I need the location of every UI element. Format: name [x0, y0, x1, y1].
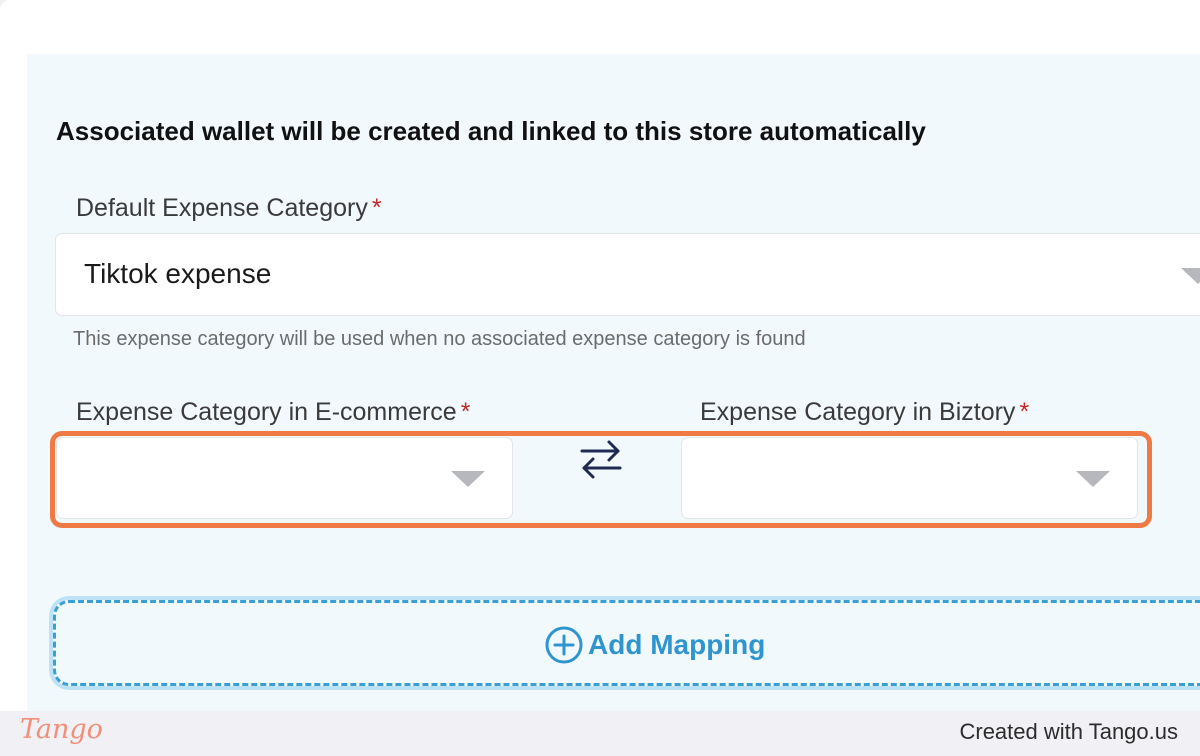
default-category-select[interactable]: Tiktok expense	[55, 233, 1200, 316]
default-category-hint: This expense category will be used when …	[73, 328, 806, 350]
plus-circle-icon	[545, 626, 583, 664]
ecommerce-category-label-text: Expense Category in E-commerce	[76, 398, 457, 426]
footer-credit: Created with Tango.us	[959, 719, 1178, 744]
ecommerce-category-label: Expense Category in E-commerce *	[76, 398, 470, 427]
add-mapping-label: Add Mapping	[588, 629, 766, 660]
section-heading: Associated wallet will be created and li…	[56, 116, 926, 146]
screenshot-frame: Associated wallet will be created and li…	[0, 0, 1200, 711]
default-category-label-text: Default Expense Category	[76, 194, 368, 222]
caret-down-icon	[1181, 268, 1200, 284]
highlight-box	[50, 431, 1152, 528]
add-mapping-button[interactable]: Add Mapping	[53, 600, 1200, 686]
biztory-category-label: Expense Category in Biztory *	[700, 398, 1029, 427]
required-mark: *	[460, 398, 471, 426]
add-mapping-content: Add Mapping	[544, 625, 765, 665]
biztory-category-label-text: Expense Category in Biztory	[700, 398, 1016, 426]
required-mark: *	[1019, 398, 1030, 426]
default-category-label: Default Expense Category *	[76, 194, 382, 223]
required-mark: *	[371, 194, 382, 222]
default-category-value: Tiktok expense	[84, 258, 272, 289]
footer-bar: Tango Created with Tango.us	[0, 711, 1200, 756]
tango-logo[interactable]: Tango	[20, 714, 103, 745]
